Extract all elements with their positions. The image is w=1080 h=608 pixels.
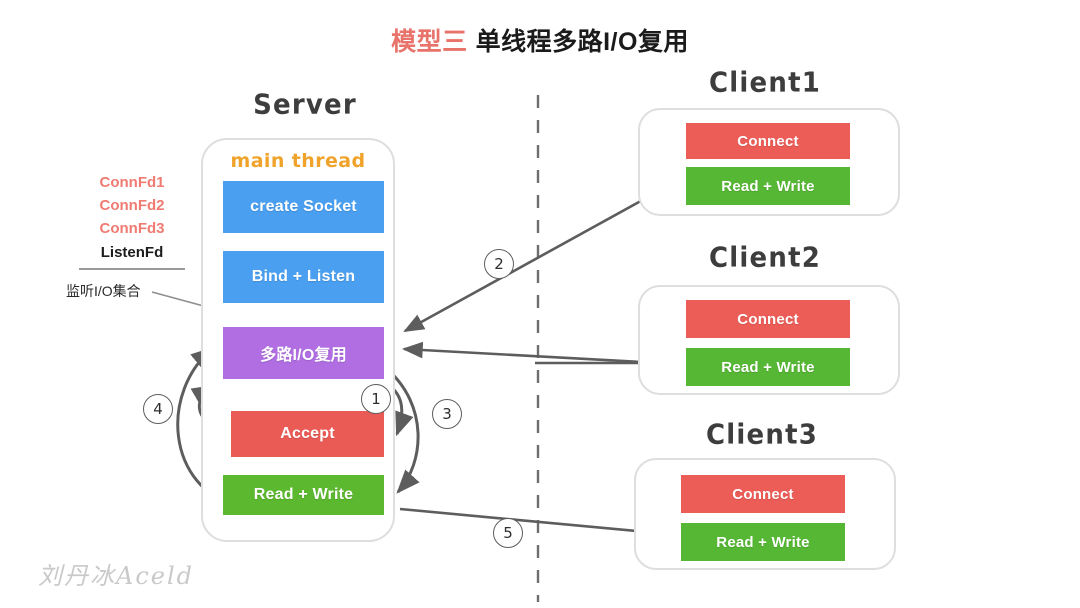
fd-label-connfd3: ConnFd3 <box>99 220 165 237</box>
fd-set-divider <box>79 268 185 270</box>
arrow-client1-to-multiplex <box>403 184 669 333</box>
server-step-bind-listen[interactable]: Bind + Listen <box>223 251 384 303</box>
client1-heading: Client1 <box>709 67 821 99</box>
server-step-accept[interactable]: Accept <box>231 411 384 457</box>
main-thread-label: main thread <box>230 150 366 172</box>
arrow-client2-to-multiplex <box>401 341 661 365</box>
fd-label-listenfd: ListenFd <box>100 244 164 261</box>
client3-read-write[interactable]: Read + Write <box>681 523 845 561</box>
client2-read-write[interactable]: Read + Write <box>686 348 850 386</box>
step-marker-4: 4 <box>143 394 173 424</box>
client1-connect[interactable]: Connect <box>686 123 850 159</box>
server-step-io-multiplexing[interactable]: 多路I/O复用 <box>223 327 384 379</box>
fd-set-caption: 监听I/O集合 <box>66 283 141 299</box>
client1-read-write[interactable]: Read + Write <box>686 167 850 205</box>
diagram-canvas: 模型三 单线程多路I/O复用 ConnFd1 ConnFd2 ConnFd3 L… <box>0 0 1080 608</box>
step-marker-3: 3 <box>432 399 462 429</box>
fd-label-connfd2: ConnFd2 <box>99 197 165 214</box>
page-title: 模型三 单线程多路I/O复用 <box>0 22 1080 58</box>
client2-heading: Client2 <box>709 242 821 274</box>
step-marker-1: 1 <box>361 384 391 414</box>
step-marker-5: 5 <box>493 518 523 548</box>
client3-connect[interactable]: Connect <box>681 475 845 513</box>
client2-connect[interactable]: Connect <box>686 300 850 338</box>
step-marker-2: 2 <box>484 249 514 279</box>
arrow-server-to-client3 <box>399 507 661 540</box>
server-step-read-write[interactable]: Read + Write <box>223 475 384 515</box>
author-watermark: 刘丹冰Aceld <box>38 562 195 590</box>
server-step-create-socket[interactable]: create Socket <box>223 181 384 233</box>
connector-overlay <box>151 95 669 602</box>
page-title-rest: 单线程多路I/O复用 <box>475 28 689 56</box>
server-heading: Server <box>253 89 357 121</box>
fd-label-connfd1: ConnFd1 <box>99 174 165 191</box>
page-title-accent: 模型三 <box>391 28 468 56</box>
client3-heading: Client3 <box>706 419 818 451</box>
